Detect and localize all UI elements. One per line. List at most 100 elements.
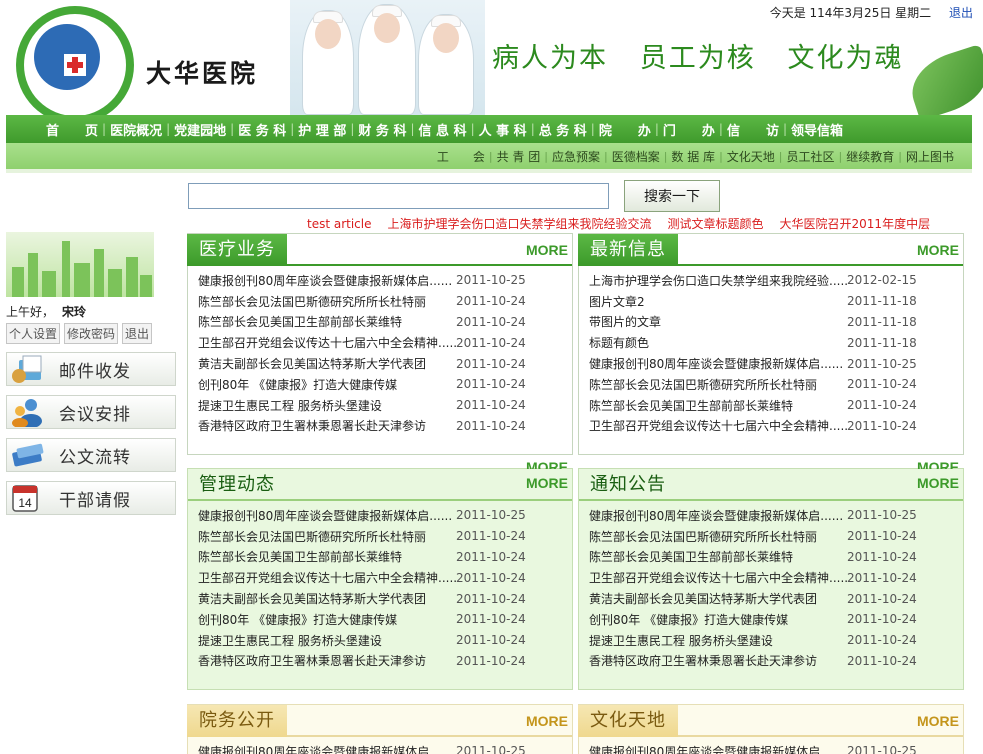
news-item[interactable]: 提速卫生惠民工程 服务桥头堡建设 2011-10-24	[589, 630, 953, 651]
document-flow-button[interactable]: 公文流转	[6, 438, 176, 472]
news-title[interactable]: 香港特区政府卫生署林秉恩署长赴天津参访	[589, 652, 847, 669]
logout-link[interactable]: 退出	[949, 6, 973, 20]
nav-item[interactable]: 财 务 科	[354, 120, 410, 139]
news-item[interactable]: 香港特区政府卫生署林秉恩署长赴天津参访 2011-10-24	[589, 651, 953, 672]
news-item[interactable]: 图片文章2 2011-11-18	[589, 291, 953, 312]
news-item[interactable]: 上海市护理学会伤口造口失禁学组来我院经验...... 2012-02-15	[589, 270, 953, 291]
news-item[interactable]: 陈竺部长会见法国巴斯德研究所所长杜特丽 2011-10-24	[589, 374, 953, 395]
search-button[interactable]: 搜索一下	[624, 180, 720, 212]
subnav-item[interactable]: 文化天地	[723, 148, 779, 165]
news-item[interactable]: 卫生部召开党组会议传达十七届六中全会精神...... 2011-10-24	[589, 567, 953, 588]
news-item[interactable]: 陈竺部长会见美国卫生部前部长莱维特 2011-10-24	[589, 395, 953, 416]
news-item[interactable]: 创刊80年 《健康报》打造大健康传媒 2011-10-24	[589, 609, 953, 630]
more-link[interactable]: MORE	[917, 475, 959, 491]
nav-item[interactable]: 首 页	[42, 120, 102, 139]
news-title[interactable]: 香港特区政府卫生署林秉恩署长赴天津参访	[198, 652, 456, 669]
news-item[interactable]: 健康报创刊80周年座谈会暨健康报新媒体启...... 2011-10-25	[589, 505, 953, 526]
subnav-item[interactable]: 员工社区	[783, 148, 839, 165]
news-title[interactable]: 卫生部召开党组会议传达十七届六中全会精神......	[198, 334, 456, 351]
nav-item[interactable]: 院 办	[595, 120, 655, 139]
news-item[interactable]: 健康报创刊80周年座谈会暨健康报新媒体启...... 2011-10-25	[198, 741, 562, 754]
leave-request-button[interactable]: 14 干部请假	[6, 481, 176, 515]
news-title[interactable]: 陈竺部长会见美国卫生部前部长莱维特	[198, 548, 456, 565]
news-title[interactable]: 黄洁夫副部长会见美国达特茅斯大学代表团	[198, 355, 456, 372]
news-item[interactable]: 带图片的文章 2011-11-18	[589, 312, 953, 333]
news-title[interactable]: 标题有颜色	[589, 334, 847, 351]
nav-item[interactable]: 信 息 科	[415, 120, 471, 139]
news-item[interactable]: 黄洁夫副部长会见美国达特茅斯大学代表团 2011-10-24	[198, 588, 562, 609]
news-item[interactable]: 健康报创刊80周年座谈会暨健康报新媒体启...... 2011-10-25	[589, 353, 953, 374]
news-item[interactable]: 陈竺部长会见美国卫生部前部长莱维特 2011-10-24	[589, 547, 953, 568]
subnav-item[interactable]: 网上图书	[902, 148, 958, 165]
news-title[interactable]: 黄洁夫副部长会见美国达特茅斯大学代表团	[198, 590, 456, 607]
news-item[interactable]: 卫生部召开党组会议传达十七届六中全会精神...... 2011-10-24	[198, 567, 562, 588]
subnav-item[interactable]: 继续教育	[842, 148, 898, 165]
ticker-item[interactable]: test article	[307, 217, 372, 231]
news-title[interactable]: 陈竺部长会见法国巴斯德研究所所长杜特丽	[198, 528, 456, 545]
news-title[interactable]: 创刊80年 《健康报》打造大健康传媒	[198, 611, 456, 628]
subnav-item[interactable]: 数 据 库	[667, 148, 719, 165]
change-password-link[interactable]: 修改密码	[64, 323, 119, 344]
news-item[interactable]: 黄洁夫副部长会见美国达特茅斯大学代表团 2011-10-24	[198, 353, 562, 374]
news-item[interactable]: 卫生部召开党组会议传达十七届六中全会精神...... 2011-10-24	[198, 332, 562, 353]
news-title[interactable]: 黄洁夫副部长会见美国达特茅斯大学代表团	[589, 590, 847, 607]
meeting-button[interactable]: 会议安排	[6, 395, 176, 429]
news-title[interactable]: 卫生部召开党组会议传达十七届六中全会精神......	[198, 569, 456, 586]
news-item[interactable]: 香港特区政府卫生署林秉恩署长赴天津参访 2011-10-24	[198, 416, 562, 437]
news-title[interactable]: 卫生部召开党组会议传达十七届六中全会精神......	[589, 569, 847, 586]
ticker-item[interactable]: 大华医院召开2011年度中层	[780, 217, 931, 231]
news-item[interactable]: 标题有颜色 2011-11-18	[589, 332, 953, 353]
more-link[interactable]: MORE	[526, 475, 568, 491]
subnav-item[interactable]: 共 青 团	[493, 148, 545, 165]
news-item[interactable]: 健康报创刊80周年座谈会暨健康报新媒体启...... 2011-10-25	[198, 505, 562, 526]
nav-item[interactable]: 领导信箱	[787, 120, 847, 139]
news-title[interactable]: 陈竺部长会见美国卫生部前部长莱维特	[589, 397, 847, 414]
news-item[interactable]: 陈竺部长会见法国巴斯德研究所所长杜特丽 2011-10-24	[198, 291, 562, 312]
news-item[interactable]: 健康报创刊80周年座谈会暨健康报新媒体启...... 2011-10-25	[198, 270, 562, 291]
news-item[interactable]: 提速卫生惠民工程 服务桥头堡建设 2011-10-24	[198, 630, 562, 651]
news-title[interactable]: 香港特区政府卫生署林秉恩署长赴天津参访	[198, 417, 456, 434]
news-title[interactable]: 创刊80年 《健康报》打造大健康传媒	[198, 376, 456, 393]
subnav-item[interactable]: 应急预案	[548, 148, 604, 165]
ticker-item[interactable]: 测试文章标题颜色	[668, 217, 764, 231]
news-title[interactable]: 上海市护理学会伤口造口失禁学组来我院经验......	[589, 272, 847, 289]
nav-item[interactable]: 党建园地	[170, 120, 230, 139]
news-title[interactable]: 提速卫生惠民工程 服务桥头堡建设	[198, 397, 456, 414]
news-title[interactable]: 陈竺部长会见美国卫生部前部长莱维特	[589, 548, 847, 565]
news-title[interactable]: 健康报创刊80周年座谈会暨健康报新媒体启......	[589, 507, 847, 524]
news-item[interactable]: 陈竺部长会见法国巴斯德研究所所长杜特丽 2011-10-24	[198, 526, 562, 547]
search-input[interactable]	[188, 183, 609, 209]
news-item[interactable]: 黄洁夫副部长会见美国达特茅斯大学代表团 2011-10-24	[589, 588, 953, 609]
news-item[interactable]: 香港特区政府卫生署林秉恩署长赴天津参访 2011-10-24	[198, 651, 562, 672]
news-title[interactable]: 健康报创刊80周年座谈会暨健康报新媒体启......	[198, 743, 456, 754]
sidebar-logout-link[interactable]: 退出	[122, 323, 153, 344]
news-title[interactable]: 陈竺部长会见法国巴斯德研究所所长杜特丽	[589, 376, 847, 393]
ticker-item[interactable]: 上海市护理学会伤口造口失禁学组来我院经验交流	[388, 217, 652, 231]
nav-item[interactable]: 信 访	[723, 120, 783, 139]
news-title[interactable]: 健康报创刊80周年座谈会暨健康报新媒体启......	[198, 272, 456, 289]
more-link[interactable]: MORE	[917, 242, 959, 258]
mail-button[interactable]: 邮件收发	[6, 352, 176, 386]
news-title[interactable]: 提速卫生惠民工程 服务桥头堡建设	[198, 632, 456, 649]
nav-item[interactable]: 医 务 科	[234, 120, 290, 139]
nav-item[interactable]: 门 办	[659, 120, 719, 139]
personal-settings-link[interactable]: 个人设置	[6, 323, 61, 344]
nav-item[interactable]: 护 理 部	[294, 120, 350, 139]
news-item[interactable]: 创刊80年 《健康报》打造大健康传媒 2011-10-24	[198, 609, 562, 630]
nav-item[interactable]: 医院概况	[106, 120, 166, 139]
news-title[interactable]: 图片文章2	[589, 293, 847, 310]
news-title[interactable]: 陈竺部长会见法国巴斯德研究所所长杜特丽	[589, 528, 847, 545]
news-title[interactable]: 卫生部召开党组会议传达十七届六中全会精神......	[589, 417, 847, 434]
nav-item[interactable]: 人 事 科	[475, 120, 531, 139]
news-item[interactable]: 健康报创刊80周年座谈会暨健康报新媒体启...... 2011-10-25	[589, 741, 953, 754]
news-title[interactable]: 创刊80年 《健康报》打造大健康传媒	[589, 611, 847, 628]
news-item[interactable]: 陈竺部长会见美国卫生部前部长莱维特 2011-10-24	[198, 312, 562, 333]
news-item[interactable]: 陈竺部长会见法国巴斯德研究所所长杜特丽 2011-10-24	[589, 526, 953, 547]
subnav-item[interactable]: 医德档案	[608, 148, 664, 165]
more-link[interactable]: MORE	[526, 713, 568, 729]
news-item[interactable]: 陈竺部长会见美国卫生部前部长莱维特 2011-10-24	[198, 547, 562, 568]
news-title[interactable]: 健康报创刊80周年座谈会暨健康报新媒体启......	[589, 743, 847, 754]
news-title[interactable]: 提速卫生惠民工程 服务桥头堡建设	[589, 632, 847, 649]
subnav-item[interactable]: 工 会	[433, 148, 489, 165]
news-item[interactable]: 卫生部召开党组会议传达十七届六中全会精神...... 2011-10-24	[589, 416, 953, 437]
